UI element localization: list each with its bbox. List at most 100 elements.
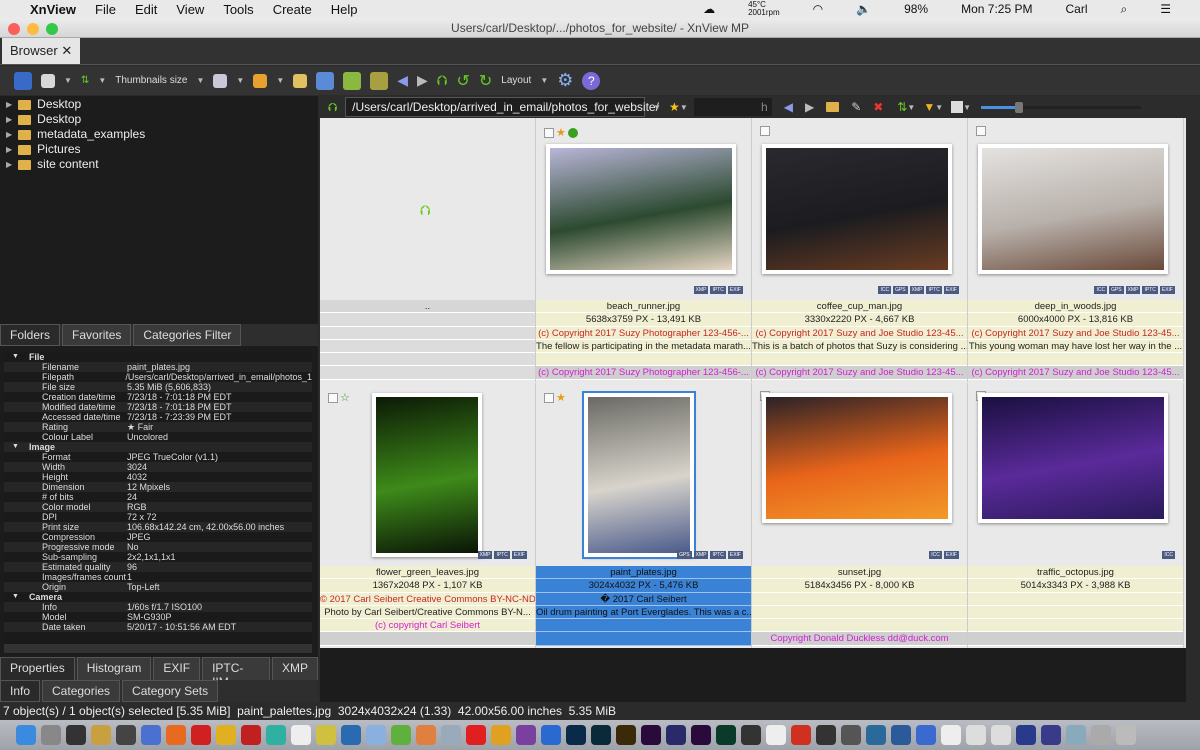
dock-app-icon[interactable]: [316, 725, 336, 745]
thumbnail-image[interactable]: [762, 144, 952, 274]
dock-app-icon[interactable]: [991, 725, 1011, 745]
dock-app-icon[interactable]: [866, 725, 886, 745]
chevron-down-icon[interactable]: ▼: [907, 103, 915, 112]
parent-folder-icon[interactable]: ⮉: [437, 72, 448, 89]
thumbnail-cell[interactable]: ★ GPS XMP IPTC EXIF paint_plates.jpg 3024x4032…: [536, 383, 752, 648]
help-icon[interactable]: ?: [582, 71, 601, 90]
thumbnail-image[interactable]: [546, 144, 736, 274]
menu-create[interactable]: Create: [273, 2, 312, 17]
parent-folder-icon[interactable]: ⮉: [328, 100, 337, 115]
dock-app-icon[interactable]: [391, 725, 411, 745]
tab-folders[interactable]: Folders: [0, 324, 61, 346]
dock-app-icon[interactable]: [541, 725, 561, 745]
chevron-down-icon[interactable]: ▼: [935, 103, 943, 112]
filter-icon[interactable]: ▼: [923, 100, 935, 114]
expand-arrow-icon[interactable]: ▶: [6, 112, 12, 127]
search-icon[interactable]: ⌕: [1121, 2, 1128, 17]
dock-app-icon[interactable]: [566, 725, 586, 745]
temperature-readout[interactable]: 45°C 2001rpm: [748, 1, 799, 17]
dock-app-icon[interactable]: [791, 725, 811, 745]
dock-app-icon[interactable]: [41, 725, 61, 745]
view-mode-icon[interactable]: [41, 73, 55, 88]
dock-app-icon[interactable]: [441, 725, 461, 745]
bookmark-icon[interactable]: [253, 73, 268, 88]
tab-browser[interactable]: Browser ✕: [2, 38, 80, 64]
menu-file[interactable]: File: [95, 2, 116, 17]
forward-arrow-icon[interactable]: ▶: [417, 72, 428, 89]
edit-icon[interactable]: ✎: [851, 100, 861, 114]
delete-icon[interactable]: ✖: [873, 100, 883, 114]
tree-item[interactable]: ▶ Desktop: [0, 112, 318, 127]
dock-app-icon[interactable]: [241, 725, 261, 745]
parent-folder-cell[interactable]: ⮉..: [320, 118, 536, 382]
dock-app-icon[interactable]: [1066, 725, 1086, 745]
chevron-down-icon[interactable]: ▼: [98, 76, 106, 85]
dock-app-icon[interactable]: [666, 725, 686, 745]
thumbnail-image[interactable]: [978, 144, 1168, 274]
new-folder-icon[interactable]: [826, 102, 840, 112]
sort-icon[interactable]: ⇅: [897, 100, 907, 114]
menu-tools[interactable]: Tools: [223, 2, 253, 17]
menu-edit[interactable]: Edit: [135, 2, 157, 17]
dock-app-icon[interactable]: [1041, 725, 1061, 745]
select-checkbox[interactable]: [544, 127, 554, 138]
chevron-down-icon[interactable]: ▼: [276, 76, 284, 85]
rotate-right-icon[interactable]: ↻: [479, 71, 492, 91]
back-arrow-icon[interactable]: ◀: [397, 72, 408, 89]
thumbnail-cell[interactable]: ICC EXIF sunset.jpg 5184x3456 PX - 8,000 KB…: [752, 383, 968, 648]
dock-app-icon[interactable]: [916, 725, 936, 745]
chevron-down-icon[interactable]: ▼: [963, 103, 971, 112]
dock-app-icon[interactable]: [841, 725, 861, 745]
minimize-window-button[interactable]: [27, 23, 39, 35]
dock-app-icon[interactable]: [616, 725, 636, 745]
vertical-scrollbar[interactable]: [1186, 118, 1200, 702]
expand-arrow-icon[interactable]: ▶: [6, 97, 12, 112]
expand-arrow-icon[interactable]: ▶: [6, 157, 12, 172]
dock-app-icon[interactable]: [116, 725, 136, 745]
thumbnail-size-slider[interactable]: [981, 101, 1142, 113]
tree-item[interactable]: ▶ site content: [0, 157, 318, 172]
info-overlay-icon[interactable]: [213, 73, 228, 88]
convert-icon[interactable]: [343, 71, 362, 90]
dock-app-icon[interactable]: [766, 725, 786, 745]
search-input[interactable]: h: [693, 98, 772, 116]
dock-app-icon[interactable]: [266, 725, 286, 745]
menu-help[interactable]: Help: [331, 2, 358, 17]
battery-percent[interactable]: 98%: [904, 2, 928, 16]
slider-handle[interactable]: [1015, 101, 1024, 113]
tab-categories-filter[interactable]: Categories Filter: [133, 324, 242, 346]
collapse-arrow-icon[interactable]: ▼: [12, 352, 19, 362]
section-header[interactable]: ▼ File: [4, 352, 312, 362]
back-arrow-icon[interactable]: ◀: [784, 100, 793, 114]
clock[interactable]: Mon 7:25 PM: [961, 2, 1032, 16]
forward-arrow-icon[interactable]: ▶: [805, 100, 814, 114]
close-window-button[interactable]: [8, 23, 20, 35]
dock-app-icon[interactable]: [466, 725, 486, 745]
notification-list-icon[interactable]: ☰: [1160, 2, 1171, 16]
dock-app-icon[interactable]: [1091, 725, 1111, 745]
sort-icon[interactable]: ⇅: [81, 75, 89, 86]
chevron-down-icon[interactable]: ▼: [680, 103, 688, 112]
thumbnail-cell[interactable]: ☆ XMP IPTC EXIF flower_green_leaves.jpg 1367x…: [320, 383, 536, 648]
section-header[interactable]: ▼ Camera: [4, 592, 312, 602]
thumbnail-image[interactable]: [978, 393, 1168, 523]
dock-app-icon[interactable]: [341, 725, 361, 745]
collapse-arrow-icon[interactable]: ▼: [12, 442, 19, 452]
fullscreen-icon[interactable]: [14, 71, 32, 90]
dock-app-icon[interactable]: [1016, 725, 1036, 745]
chevron-down-icon[interactable]: ▼: [64, 76, 72, 85]
expand-arrow-icon[interactable]: ▶: [6, 142, 12, 157]
close-tab-icon[interactable]: ✕: [61, 43, 72, 58]
dock-app-icon[interactable]: [216, 725, 236, 745]
dock-app-icon[interactable]: [716, 725, 736, 745]
dock-app-icon[interactable]: [966, 725, 986, 745]
chevron-down-icon[interactable]: ▼: [197, 76, 205, 85]
tree-item[interactable]: ▶ metadata_examples: [0, 127, 318, 142]
settings-gear-icon[interactable]: ⚙: [557, 70, 573, 91]
menu-view[interactable]: View: [176, 2, 204, 17]
cloud-icon[interactable]: ☁: [703, 2, 715, 16]
wifi-icon[interactable]: ◠: [813, 2, 823, 16]
thumbnail-image[interactable]: [372, 393, 482, 557]
select-checkbox[interactable]: [760, 126, 770, 136]
tab-info[interactable]: Info: [0, 680, 41, 702]
